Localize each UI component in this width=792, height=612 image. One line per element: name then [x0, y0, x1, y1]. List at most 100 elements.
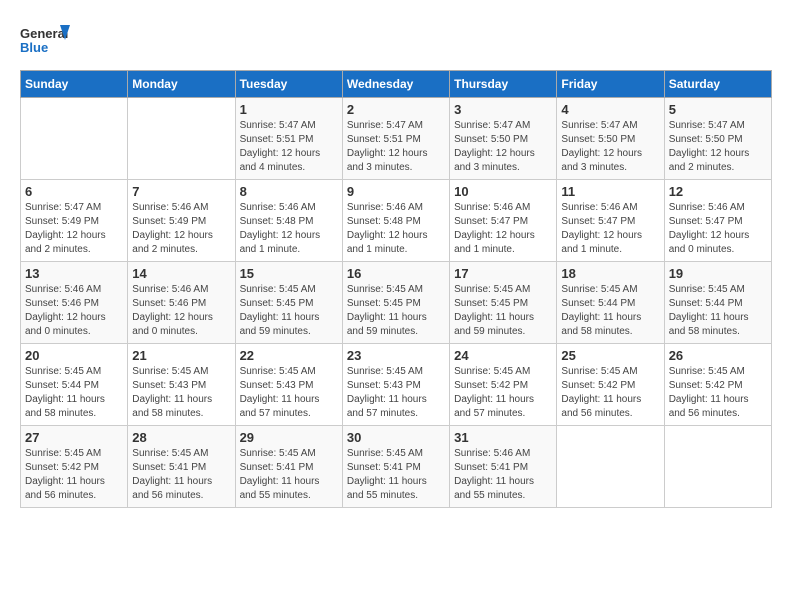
day-number: 24	[454, 348, 552, 363]
logo-svg: GeneralBlue	[20, 20, 70, 60]
day-info: Sunrise: 5:45 AM Sunset: 5:43 PM Dayligh…	[132, 365, 230, 421]
day-info: Sunrise: 5:46 AM Sunset: 5:48 PM Dayligh…	[240, 201, 338, 257]
day-info: Sunrise: 5:45 AM Sunset: 5:45 PM Dayligh…	[240, 283, 338, 339]
calendar-cell: 9 Sunrise: 5:46 AM Sunset: 5:48 PM Daylig…	[342, 180, 449, 262]
day-info: Sunrise: 5:46 AM Sunset: 5:41 PM Dayligh…	[454, 447, 552, 503]
day-number: 27	[25, 430, 123, 445]
calendar-cell: 17Sunrise: 5:45 AM Sunset: 5:45 PM Dayli…	[450, 262, 557, 344]
calendar-cell: 6Sunrise: 5:47 AM Sunset: 5:49 PM Daylig…	[21, 180, 128, 262]
calendar-cell: 30 Sunrise: 5:45 AM Sunset: 5:41 PM Dayli…	[342, 426, 449, 508]
header-day-friday: Friday	[557, 71, 664, 98]
day-number: 4	[561, 102, 659, 117]
calendar-cell: 4 Sunrise: 5:47 AM Sunset: 5:50 PM Daylig…	[557, 98, 664, 180]
day-number: 23	[347, 348, 445, 363]
calendar-table: SundayMondayTuesdayWednesdayThursdayFrid…	[20, 70, 772, 508]
day-info: Sunrise: 5:45 AM Sunset: 5:43 PM Dayligh…	[240, 365, 338, 421]
day-number: 28	[132, 430, 230, 445]
calendar-header-row: SundayMondayTuesdayWednesdayThursdayFrid…	[21, 71, 772, 98]
calendar-cell	[21, 98, 128, 180]
day-number: 19	[669, 266, 767, 281]
day-number: 15	[240, 266, 338, 281]
day-info: Sunrise: 5:45 AM Sunset: 5:45 PM Dayligh…	[454, 283, 552, 339]
calendar-cell: 2 Sunrise: 5:47 AM Sunset: 5:51 PM Daylig…	[342, 98, 449, 180]
calendar-cell: 26 Sunrise: 5:45 AM Sunset: 5:42 PM Dayli…	[664, 344, 771, 426]
day-info: Sunrise: 5:47 AM Sunset: 5:50 PM Dayligh…	[669, 119, 767, 175]
calendar-cell	[557, 426, 664, 508]
header-day-saturday: Saturday	[664, 71, 771, 98]
day-info: Sunrise: 5:45 AM Sunset: 5:42 PM Dayligh…	[669, 365, 767, 421]
week-row-1: 1 Sunrise: 5:47 AM Sunset: 5:51 PM Daylig…	[21, 98, 772, 180]
day-info: Sunrise: 5:45 AM Sunset: 5:42 PM Dayligh…	[454, 365, 552, 421]
day-number: 11	[561, 184, 659, 199]
calendar-cell: 27 Sunrise: 5:45 AM Sunset: 5:42 PM Dayli…	[21, 426, 128, 508]
day-info: Sunrise: 5:46 AM Sunset: 5:49 PM Dayligh…	[132, 201, 230, 257]
day-number: 25	[561, 348, 659, 363]
day-info: Sunrise: 5:45 AM Sunset: 5:41 PM Dayligh…	[132, 447, 230, 503]
calendar-cell: 3 Sunrise: 5:47 AM Sunset: 5:50 PM Daylig…	[450, 98, 557, 180]
day-number: 26	[669, 348, 767, 363]
day-info: Sunrise: 5:45 AM Sunset: 5:43 PM Dayligh…	[347, 365, 445, 421]
day-number: 10	[454, 184, 552, 199]
day-info: Sunrise: 5:46 AM Sunset: 5:47 PM Dayligh…	[454, 201, 552, 257]
header-day-thursday: Thursday	[450, 71, 557, 98]
day-number: 2	[347, 102, 445, 117]
day-info: Sunrise: 5:45 AM Sunset: 5:44 PM Dayligh…	[669, 283, 767, 339]
day-info: Sunrise: 5:46 AM Sunset: 5:46 PM Dayligh…	[132, 283, 230, 339]
day-info: Sunrise: 5:45 AM Sunset: 5:41 PM Dayligh…	[347, 447, 445, 503]
day-info: Sunrise: 5:47 AM Sunset: 5:49 PM Dayligh…	[25, 201, 123, 257]
day-info: Sunrise: 5:47 AM Sunset: 5:50 PM Dayligh…	[454, 119, 552, 175]
day-number: 31	[454, 430, 552, 445]
day-number: 13	[25, 266, 123, 281]
calendar-cell: 8 Sunrise: 5:46 AM Sunset: 5:48 PM Daylig…	[235, 180, 342, 262]
day-number: 14	[132, 266, 230, 281]
day-info: Sunrise: 5:45 AM Sunset: 5:42 PM Dayligh…	[561, 365, 659, 421]
day-info: Sunrise: 5:45 AM Sunset: 5:41 PM Dayligh…	[240, 447, 338, 503]
calendar-cell: 31 Sunrise: 5:46 AM Sunset: 5:41 PM Dayli…	[450, 426, 557, 508]
page-header: GeneralBlue	[20, 20, 772, 60]
day-number: 16	[347, 266, 445, 281]
header-day-sunday: Sunday	[21, 71, 128, 98]
day-info: Sunrise: 5:46 AM Sunset: 5:48 PM Dayligh…	[347, 201, 445, 257]
day-number: 9	[347, 184, 445, 199]
calendar-cell: 29 Sunrise: 5:45 AM Sunset: 5:41 PM Dayli…	[235, 426, 342, 508]
calendar-cell: 13Sunrise: 5:46 AM Sunset: 5:46 PM Dayli…	[21, 262, 128, 344]
day-number: 3	[454, 102, 552, 117]
day-info: Sunrise: 5:46 AM Sunset: 5:47 PM Dayligh…	[561, 201, 659, 257]
day-number: 22	[240, 348, 338, 363]
day-number: 12	[669, 184, 767, 199]
day-info: Sunrise: 5:47 AM Sunset: 5:51 PM Dayligh…	[347, 119, 445, 175]
day-info: Sunrise: 5:46 AM Sunset: 5:47 PM Dayligh…	[669, 201, 767, 257]
header-day-monday: Monday	[128, 71, 235, 98]
svg-text:Blue: Blue	[20, 40, 48, 55]
calendar-cell: 11 Sunrise: 5:46 AM Sunset: 5:47 PM Dayli…	[557, 180, 664, 262]
day-info: Sunrise: 5:47 AM Sunset: 5:51 PM Dayligh…	[240, 119, 338, 175]
calendar-cell: 16Sunrise: 5:45 AM Sunset: 5:45 PM Dayli…	[342, 262, 449, 344]
day-number: 7	[132, 184, 230, 199]
day-number: 1	[240, 102, 338, 117]
day-info: Sunrise: 5:45 AM Sunset: 5:42 PM Dayligh…	[25, 447, 123, 503]
calendar-cell: 24 Sunrise: 5:45 AM Sunset: 5:42 PM Dayli…	[450, 344, 557, 426]
calendar-cell: 1 Sunrise: 5:47 AM Sunset: 5:51 PM Daylig…	[235, 98, 342, 180]
day-number: 20	[25, 348, 123, 363]
calendar-cell	[128, 98, 235, 180]
day-info: Sunrise: 5:47 AM Sunset: 5:50 PM Dayligh…	[561, 119, 659, 175]
day-number: 29	[240, 430, 338, 445]
day-info: Sunrise: 5:45 AM Sunset: 5:44 PM Dayligh…	[25, 365, 123, 421]
calendar-cell: 14 Sunrise: 5:46 AM Sunset: 5:46 PM Dayli…	[128, 262, 235, 344]
calendar-cell: 22 Sunrise: 5:45 AM Sunset: 5:43 PM Dayli…	[235, 344, 342, 426]
calendar-cell: 23 Sunrise: 5:45 AM Sunset: 5:43 PM Dayli…	[342, 344, 449, 426]
calendar-body: 1 Sunrise: 5:47 AM Sunset: 5:51 PM Daylig…	[21, 98, 772, 508]
calendar-cell: 19 Sunrise: 5:45 AM Sunset: 5:44 PM Dayli…	[664, 262, 771, 344]
calendar-cell	[664, 426, 771, 508]
header-day-wednesday: Wednesday	[342, 71, 449, 98]
week-row-4: 20 Sunrise: 5:45 AM Sunset: 5:44 PM Dayli…	[21, 344, 772, 426]
day-number: 18	[561, 266, 659, 281]
calendar-cell: 12 Sunrise: 5:46 AM Sunset: 5:47 PM Dayli…	[664, 180, 771, 262]
calendar-cell: 25 Sunrise: 5:45 AM Sunset: 5:42 PM Dayli…	[557, 344, 664, 426]
day-number: 30	[347, 430, 445, 445]
calendar-cell: 28 Sunrise: 5:45 AM Sunset: 5:41 PM Dayli…	[128, 426, 235, 508]
header-day-tuesday: Tuesday	[235, 71, 342, 98]
calendar-cell: 18Sunrise: 5:45 AM Sunset: 5:44 PM Dayli…	[557, 262, 664, 344]
day-number: 8	[240, 184, 338, 199]
calendar-cell: 7 Sunrise: 5:46 AM Sunset: 5:49 PM Daylig…	[128, 180, 235, 262]
